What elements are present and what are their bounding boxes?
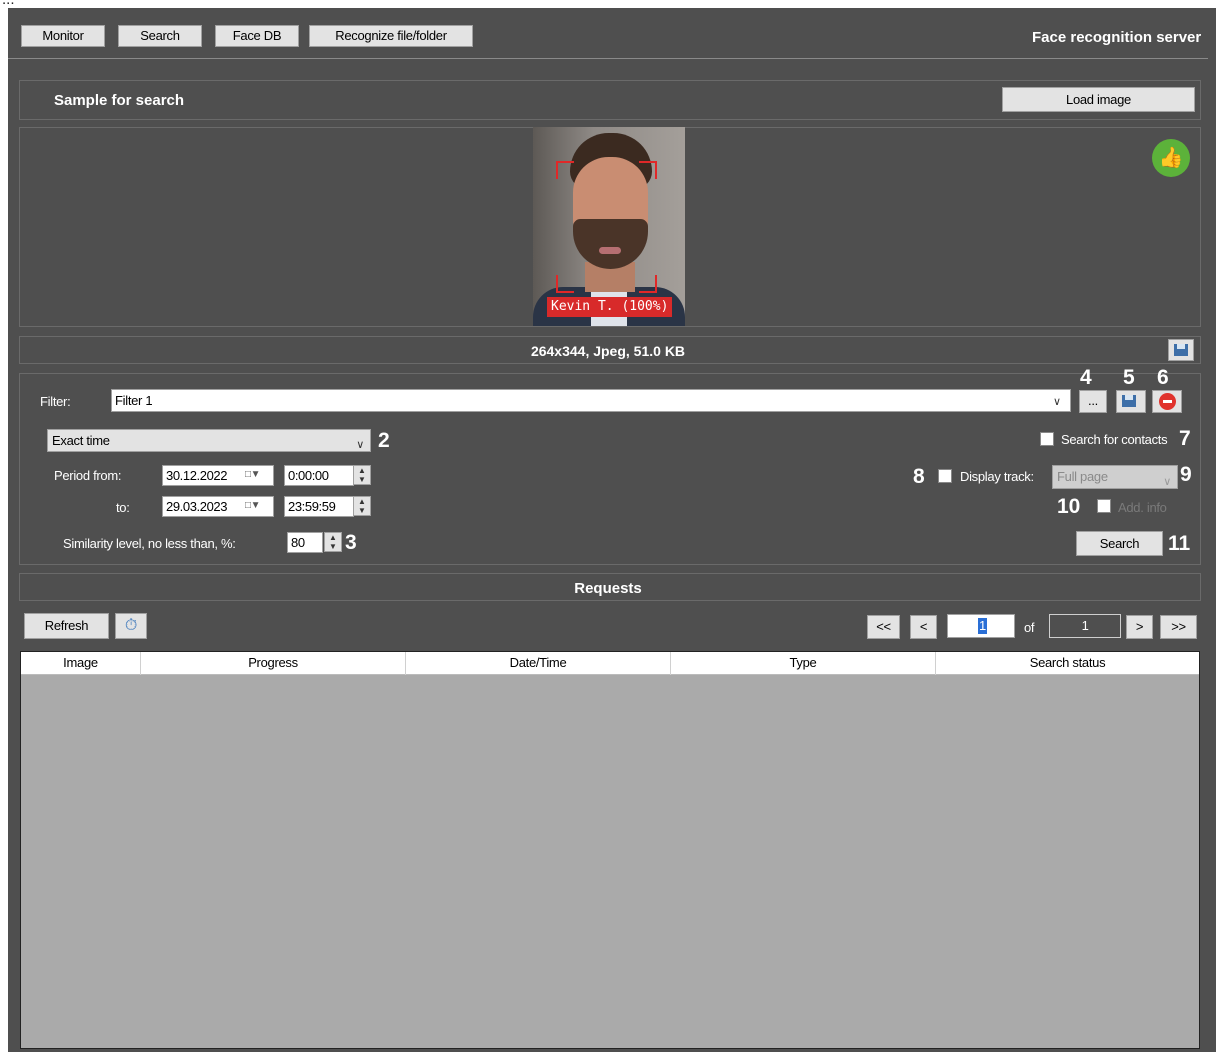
save-filter-icon[interactable] bbox=[1116, 390, 1146, 413]
add-info-label: Add. info bbox=[1118, 500, 1167, 515]
callout-5: 5 bbox=[1123, 366, 1135, 389]
of-label: of bbox=[1024, 620, 1035, 635]
time-mode-value: Exact time bbox=[52, 433, 110, 448]
face-match-label: Kevin T. (100%) bbox=[547, 297, 673, 317]
next-page-button[interactable]: > bbox=[1126, 615, 1153, 639]
display-track-checkbox[interactable] bbox=[938, 469, 952, 483]
display-track-select[interactable]: Full page ∨ bbox=[1052, 465, 1178, 489]
nav-search-button[interactable]: Search bbox=[118, 25, 202, 47]
callout-6: 6 bbox=[1157, 366, 1169, 389]
chevron-down-icon: ∨ bbox=[1163, 476, 1171, 488]
delete-filter-button[interactable] bbox=[1152, 390, 1182, 413]
period-from-label: Period from: bbox=[54, 468, 122, 483]
filter-label: Filter: bbox=[40, 394, 71, 409]
from-date-value: 30.12.2022 bbox=[166, 468, 228, 483]
similarity-field[interactable]: 80 bbox=[287, 532, 323, 553]
add-info-checkbox[interactable] bbox=[1097, 499, 1111, 513]
to-time-spinner[interactable]: ▲ ▼ bbox=[353, 496, 371, 516]
save-image-icon[interactable] bbox=[1168, 339, 1194, 361]
callout-10: 10 bbox=[1057, 495, 1081, 518]
filter-edit-button[interactable]: ... bbox=[1079, 390, 1107, 413]
nav-monitor-button[interactable]: Monitor bbox=[21, 25, 105, 47]
column-search-status[interactable]: Search status bbox=[936, 652, 1199, 675]
remove-icon bbox=[1159, 393, 1176, 410]
total-pages-field: 1 bbox=[1049, 614, 1121, 638]
last-page-button[interactable]: >> bbox=[1160, 615, 1197, 639]
to-date-field[interactable]: 29.03.2023 □▼ bbox=[162, 496, 274, 517]
chevron-down-icon: ∨ bbox=[356, 439, 364, 451]
load-image-button[interactable]: Load image bbox=[1002, 87, 1195, 112]
refresh-button[interactable]: Refresh bbox=[24, 613, 109, 639]
callout-4: 4 bbox=[1080, 366, 1092, 389]
requests-table: Image Progress Date/Time Type Search sta… bbox=[20, 651, 1200, 1049]
timer-icon[interactable]: ⏱ bbox=[115, 613, 147, 639]
top-nav: Monitor Search Face DB Recognize file/fo… bbox=[8, 8, 1208, 58]
search-contacts-label: Search for contacts bbox=[1061, 432, 1168, 447]
to-label: to: bbox=[116, 500, 130, 515]
sample-title: Sample for search bbox=[54, 92, 185, 109]
top-clipped-text: ... bbox=[0, 0, 1216, 8]
similarity-spinner[interactable]: ▲ ▼ bbox=[324, 532, 342, 552]
first-page-button[interactable]: << bbox=[867, 615, 900, 639]
callout-3: 3 bbox=[345, 531, 357, 554]
column-type[interactable]: Type bbox=[671, 652, 936, 675]
search-button[interactable]: Search bbox=[1076, 531, 1163, 556]
filter-select[interactable]: Filter 1 bbox=[111, 389, 1071, 412]
thumbs-up-icon: 👍 bbox=[1152, 139, 1190, 177]
table-header: Image Progress Date/Time Type Search sta… bbox=[21, 652, 1199, 675]
time-mode-select[interactable]: Exact time ∨ bbox=[47, 429, 371, 452]
column-progress[interactable]: Progress bbox=[141, 652, 406, 675]
calendar-icon[interactable]: □▼ bbox=[241, 466, 269, 486]
image-info-text: 264x344, Jpeg, 51.0 KB bbox=[530, 343, 686, 359]
similarity-label: Similarity level, no less than, %: bbox=[63, 536, 236, 551]
sample-face-image: Kevin T. (100%) bbox=[533, 127, 685, 326]
prev-page-button[interactable]: < bbox=[910, 615, 937, 639]
nav-recognize-button[interactable]: Recognize file/folder bbox=[309, 25, 473, 47]
to-date-value: 29.03.2023 bbox=[166, 499, 228, 514]
callout-2: 2 bbox=[378, 429, 390, 452]
callout-9: 9 bbox=[1180, 463, 1192, 486]
display-track-label: Display track: bbox=[960, 469, 1034, 484]
from-time-field[interactable]: 0:00:00 bbox=[284, 465, 354, 486]
current-page-value: 1 bbox=[978, 618, 987, 634]
divider bbox=[8, 58, 1208, 59]
calendar-icon[interactable]: □▼ bbox=[241, 497, 269, 517]
to-time-field[interactable]: 23:59:59 bbox=[284, 496, 354, 517]
callout-7: 7 bbox=[1179, 427, 1191, 450]
callout-11: 11 bbox=[1168, 532, 1191, 555]
from-time-spinner[interactable]: ▲ ▼ bbox=[353, 465, 371, 485]
display-track-value: Full page bbox=[1057, 469, 1108, 484]
callout-1: 1 bbox=[1026, 389, 1038, 412]
nav-face-db-button[interactable]: Face DB bbox=[215, 25, 299, 47]
current-page-field[interactable]: 1 bbox=[947, 614, 1015, 638]
search-contacts-checkbox[interactable] bbox=[1040, 432, 1054, 446]
callout-8: 8 bbox=[913, 465, 925, 488]
column-date-time[interactable]: Date/Time bbox=[406, 652, 671, 675]
from-date-field[interactable]: 30.12.2022 □▼ bbox=[162, 465, 274, 486]
server-title: Face recognition server bbox=[1032, 29, 1202, 46]
requests-title: Requests bbox=[574, 580, 642, 597]
column-image[interactable]: Image bbox=[21, 652, 141, 675]
chevron-down-icon[interactable]: ∨ bbox=[1053, 395, 1061, 408]
